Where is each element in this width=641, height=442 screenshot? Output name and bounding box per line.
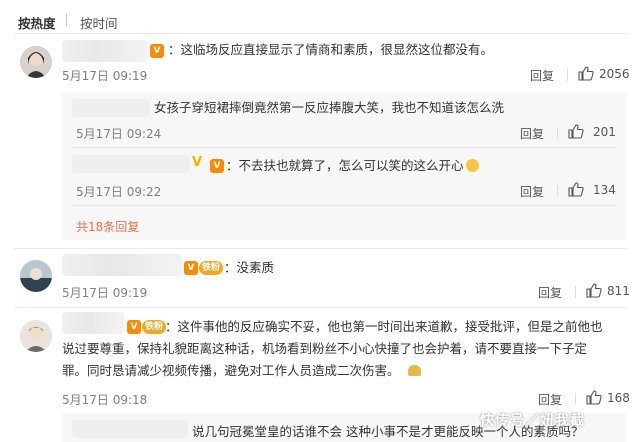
comment-date: 5月17日 09:19 [62,286,148,300]
username-blurred[interactable] [62,40,148,62]
reply-button[interactable]: 回复 [530,67,554,84]
more-replies-link[interactable]: 共18条回复 [76,218,139,235]
header-divider [14,33,627,34]
username-blurred[interactable] [62,312,124,334]
action-divider [557,127,558,139]
comment-text-line-1: ：这件事他的反应确实不妥，他也第一时间出来道歉，接受批评，但是之前他也 [165,319,603,334]
comment-text-line-2: 说过要尊重，保持礼貌距离这种话，机场看到粉丝不小心快撞了也会护着，请不要直接一下… [62,341,588,356]
comment-date: 5月17日 09:19 [62,69,148,83]
reply-button[interactable]: 回复 [538,284,562,301]
reply-text: ：不去扶也就算了，怎么可以笑的这么开心 [226,155,479,176]
pray-emoji-icon [407,365,421,376]
sort-by-hot-tab[interactable]: 按热度 [18,13,56,32]
reply-text: 女孩子穿短裙摔倒竟然第一反应捧腹大笑，我也不知道该怎么洗 [154,100,505,115]
like-icon[interactable] [586,390,602,405]
like-count: 2056 [599,67,630,81]
comment-text: ：这临场反应直接显示了情商和素质，很显然这位都没有。 [168,42,494,57]
like-count: 201 [593,125,616,139]
comment-divider [14,248,627,249]
reply-date: 5月17日 09:24 [76,127,162,141]
vip-icon: V [184,261,198,275]
avatar[interactable] [20,46,52,78]
reply-button[interactable]: 回复 [538,391,562,408]
comment-text: ：没素质 [224,260,275,275]
action-divider [567,69,568,81]
sort-divider [66,13,67,27]
action-divider [557,185,558,197]
reply-username-blurred[interactable] [72,420,188,438]
reply-button[interactable]: 回复 [520,125,544,142]
like-icon[interactable] [578,66,594,81]
reply-username-blurred[interactable] [72,155,190,173]
like-icon[interactable] [568,182,584,197]
reply-button[interactable]: 回复 [520,183,544,200]
comment-text-line-3: 罪。同时恳请减少视频传播，避免对工作人员造成二次伤害。 [62,360,421,381]
like-icon[interactable] [586,283,602,298]
watermark: 快传号／妞我截 [480,413,585,429]
reply-divider [72,205,617,206]
action-divider [575,393,576,405]
comment-divider [14,307,627,308]
vip-icon: V [210,159,224,173]
comment-date: 5月17日 09:18 [62,393,148,407]
reply-username-blurred[interactable] [72,99,150,117]
v-verified-icon: V [192,155,203,170]
like-count: 134 [593,183,616,197]
fan-badge: 铁粉 [142,320,167,334]
emoji-icon [465,159,479,172]
like-count: 811 [607,284,630,298]
username-blurred[interactable] [62,254,182,276]
reply-divider [72,147,617,148]
like-count: 168 [607,391,630,405]
action-divider [575,286,576,298]
sort-by-time-tab[interactable]: 按时间 [80,13,118,32]
vip-icon: V [127,320,141,334]
avatar[interactable] [20,320,52,352]
like-icon[interactable] [568,124,584,139]
avatar[interactable] [20,260,52,292]
reply-date: 5月17日 09:22 [76,185,162,199]
vip-icon: V [150,44,164,58]
fan-badge: 铁粉 [199,261,224,275]
